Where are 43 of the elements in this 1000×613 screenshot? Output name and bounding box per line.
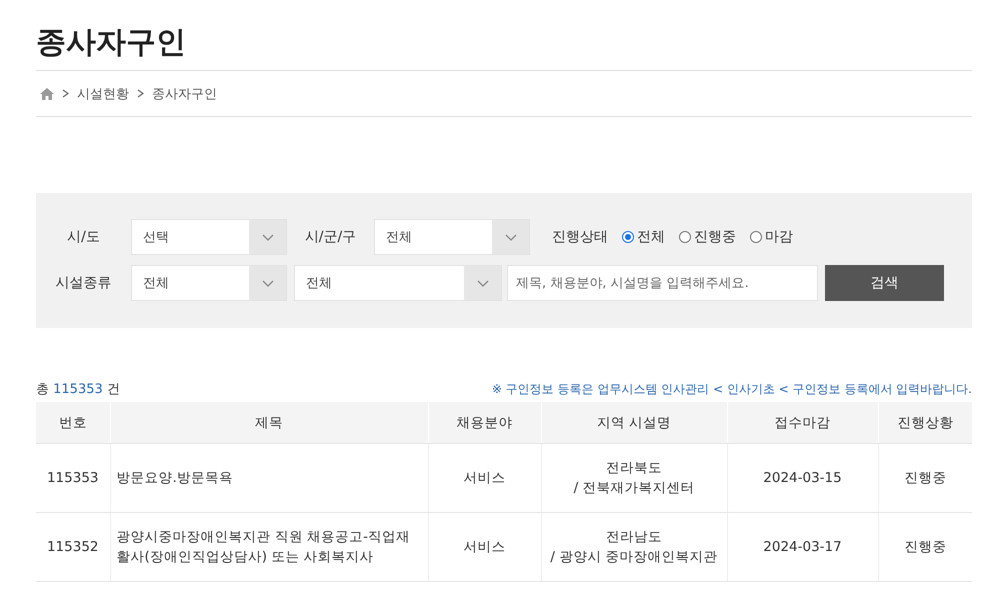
region-label: 시/도	[66, 228, 101, 246]
table-cell: 2024-03-15	[727, 444, 878, 512]
search-button[interactable]: 검색	[825, 265, 944, 301]
breadcrumb-link[interactable]: 시설현황	[77, 84, 129, 102]
table-cell: 서비스	[428, 444, 541, 512]
home-icon[interactable]	[40, 88, 54, 100]
total-count: 총 115353 건	[36, 381, 120, 398]
notice-text: ※ 구인정보 등록은 업무시스템 인사관리 < 인사기초 < 구인정보 등록에서 입력바랍니다.	[492, 380, 972, 398]
status-radio[interactable]: 진행중	[679, 228, 736, 246]
city-label: 시/군/구	[304, 228, 358, 246]
facility-subtype-select[interactable]: 전체	[294, 265, 502, 301]
table-cell: 전라남도 / 광양시 중마장애인복지관	[541, 512, 727, 582]
chevron-down-icon	[262, 280, 274, 286]
chevron-down-icon	[262, 234, 274, 240]
table-cell: 전라북도 / 전북재가복지센터	[541, 444, 727, 512]
column-header: 채용분야	[428, 402, 541, 444]
column-header: 지역 시설명	[541, 402, 727, 444]
status-label: 진행상태	[551, 228, 609, 246]
column-header: 제목	[110, 402, 428, 444]
region-select[interactable]: 선택	[131, 219, 287, 255]
status-radio[interactable]: 전체	[622, 228, 665, 246]
table-cell: 서비스	[428, 512, 541, 582]
column-header: 진행상황	[878, 402, 972, 444]
table-cell: 2024-03-17	[727, 512, 878, 582]
status-radio[interactable]: 마감	[750, 228, 793, 246]
column-header: 접수마감	[727, 402, 878, 444]
chevron-icon	[62, 89, 69, 98]
chevron-down-icon	[476, 280, 488, 286]
city-select[interactable]: 전체	[374, 219, 530, 255]
table-cell: 115352	[36, 512, 110, 582]
facility-type-select[interactable]: 전체	[131, 265, 287, 301]
table-cell: 115353	[36, 444, 110, 512]
job-title-link[interactable]: 방문요양.방문목욕	[110, 444, 428, 512]
facility-type-label: 시설종류	[54, 274, 112, 292]
breadcrumb-link[interactable]: 종사자구인	[152, 84, 217, 102]
table-cell: 진행중	[878, 512, 972, 582]
job-title-link[interactable]: 광양시중마장애인복지관 직원 채용공고-직업재활사(장애인직업상담사) 또는 사회복지사	[110, 512, 428, 582]
chevron-down-icon	[504, 234, 516, 240]
search-field[interactable]: 제목, 채용분야, 시설명을 입력해주세요.	[507, 265, 818, 301]
page-title: 종사자구인	[36, 24, 187, 62]
table-cell: 진행중	[878, 444, 972, 512]
chevron-icon	[137, 89, 144, 98]
column-header: 번호	[36, 402, 110, 444]
